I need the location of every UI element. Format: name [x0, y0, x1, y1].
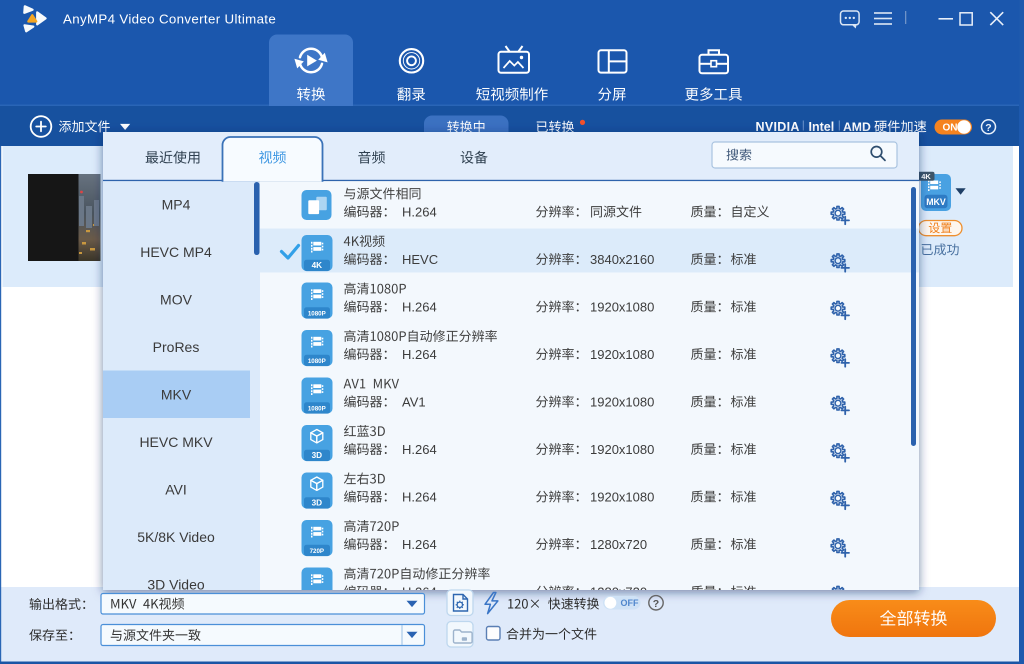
- svg-text:MKV: MKV: [161, 387, 192, 403]
- svg-text:ON: ON: [943, 123, 958, 134]
- svg-text:H.264: H.264: [402, 537, 437, 552]
- svg-text:H.264: H.264: [402, 489, 437, 504]
- svg-text:HEVC MKV: HEVC MKV: [139, 434, 213, 450]
- svg-text:MKV: MKV: [926, 197, 946, 207]
- svg-text:?: ?: [985, 122, 991, 134]
- svg-text:1920x1080: 1920x1080: [590, 442, 654, 457]
- svg-text:H.264: H.264: [402, 347, 437, 362]
- svg-text:AV1: AV1: [402, 394, 426, 409]
- svg-text:5K/8K Video: 5K/8K Video: [137, 529, 215, 545]
- svg-text:AVI: AVI: [165, 482, 187, 498]
- svg-text:ProRes: ProRes: [153, 339, 200, 355]
- svg-text:MP4: MP4: [162, 197, 191, 213]
- svg-text:AMD: AMD: [843, 120, 871, 134]
- svg-text:NVIDIA: NVIDIA: [756, 120, 800, 134]
- svg-text:Intel: Intel: [809, 120, 835, 134]
- svg-text:H.264: H.264: [402, 442, 437, 457]
- svg-text:3D: 3D: [312, 451, 323, 460]
- svg-text:AnyMP4 Video Converter Ultimat: AnyMP4 Video Converter Ultimate: [63, 12, 276, 27]
- svg-text:HEVC MP4: HEVC MP4: [140, 244, 212, 260]
- svg-text:3840x2160: 3840x2160: [590, 252, 654, 267]
- svg-text:3D: 3D: [312, 499, 323, 508]
- svg-text:H.264: H.264: [402, 299, 437, 314]
- svg-text:?: ?: [653, 598, 659, 610]
- svg-text:1080P: 1080P: [308, 358, 326, 365]
- svg-text:720P: 720P: [310, 548, 324, 555]
- svg-text:1920x1080: 1920x1080: [590, 347, 654, 362]
- svg-text:HEVC: HEVC: [402, 252, 438, 267]
- svg-text:OFF: OFF: [621, 598, 639, 608]
- svg-text:MOV: MOV: [160, 292, 193, 308]
- svg-text:1920x1080: 1920x1080: [590, 394, 654, 409]
- svg-text:1280x720: 1280x720: [590, 537, 647, 552]
- svg-text:4K: 4K: [921, 172, 931, 181]
- svg-text:1080P: 1080P: [308, 311, 326, 318]
- svg-text:1920x1080: 1920x1080: [590, 299, 654, 314]
- svg-text:4K: 4K: [312, 261, 323, 270]
- svg-text:H.264: H.264: [402, 204, 437, 219]
- svg-text:1920x1080: 1920x1080: [590, 489, 654, 504]
- svg-text:1080P: 1080P: [308, 406, 326, 413]
